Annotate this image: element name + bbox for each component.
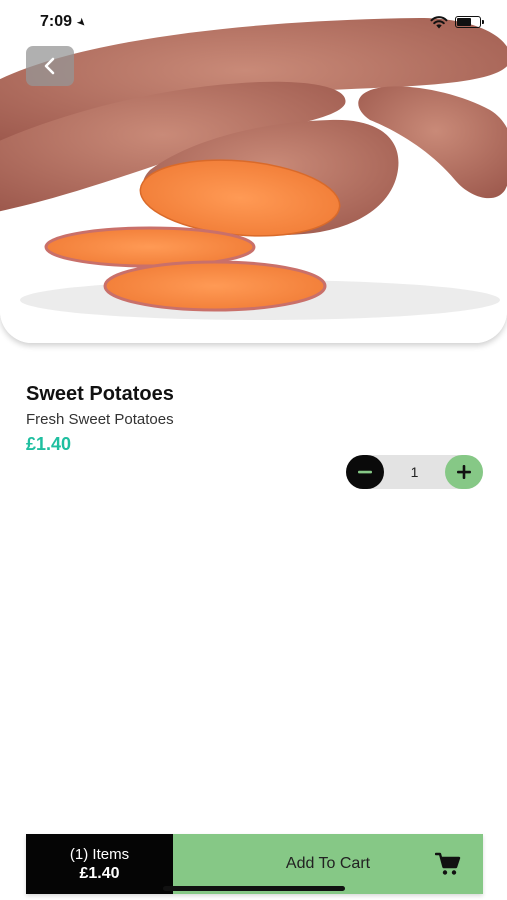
quantity-stepper: 1	[346, 455, 483, 489]
shopping-cart-icon	[435, 852, 461, 875]
cart-item-count: (1) Items	[69, 845, 130, 863]
cart-bar: (1) Items £1.40 Add To Cart	[26, 834, 483, 894]
status-bar: 7:09 ➤	[0, 0, 507, 44]
clock-text: 7:09	[40, 13, 73, 30]
quantity-value: 1	[410, 464, 419, 480]
add-to-cart-label: Add To Cart	[285, 855, 371, 872]
minus-icon	[358, 470, 372, 474]
cart-total: £1.40	[79, 864, 120, 882]
plus-icon	[457, 465, 471, 479]
increase-quantity-button[interactable]	[445, 455, 483, 489]
add-to-cart-button[interactable]: Add To Cart	[173, 834, 483, 894]
product-price: £1.40	[26, 434, 72, 454]
location-arrow-icon: ➤	[73, 14, 89, 30]
chevron-left-icon	[44, 57, 55, 75]
home-indicator	[163, 886, 345, 891]
product-name: Sweet Potatoes	[26, 383, 174, 405]
wifi-icon	[430, 15, 448, 29]
product-image	[0, 0, 507, 343]
product-detail-screen: 7:09 ➤ Sweet Potatoes Fresh Sweet Potato…	[0, 0, 507, 900]
decrease-quantity-button[interactable]	[346, 455, 384, 489]
cart-summary: (1) Items £1.40	[26, 834, 173, 894]
status-time: 7:09 ➤	[40, 13, 89, 31]
product-description: Fresh Sweet Potatoes	[26, 411, 174, 428]
battery-icon	[455, 16, 484, 28]
back-button[interactable]	[26, 46, 74, 86]
